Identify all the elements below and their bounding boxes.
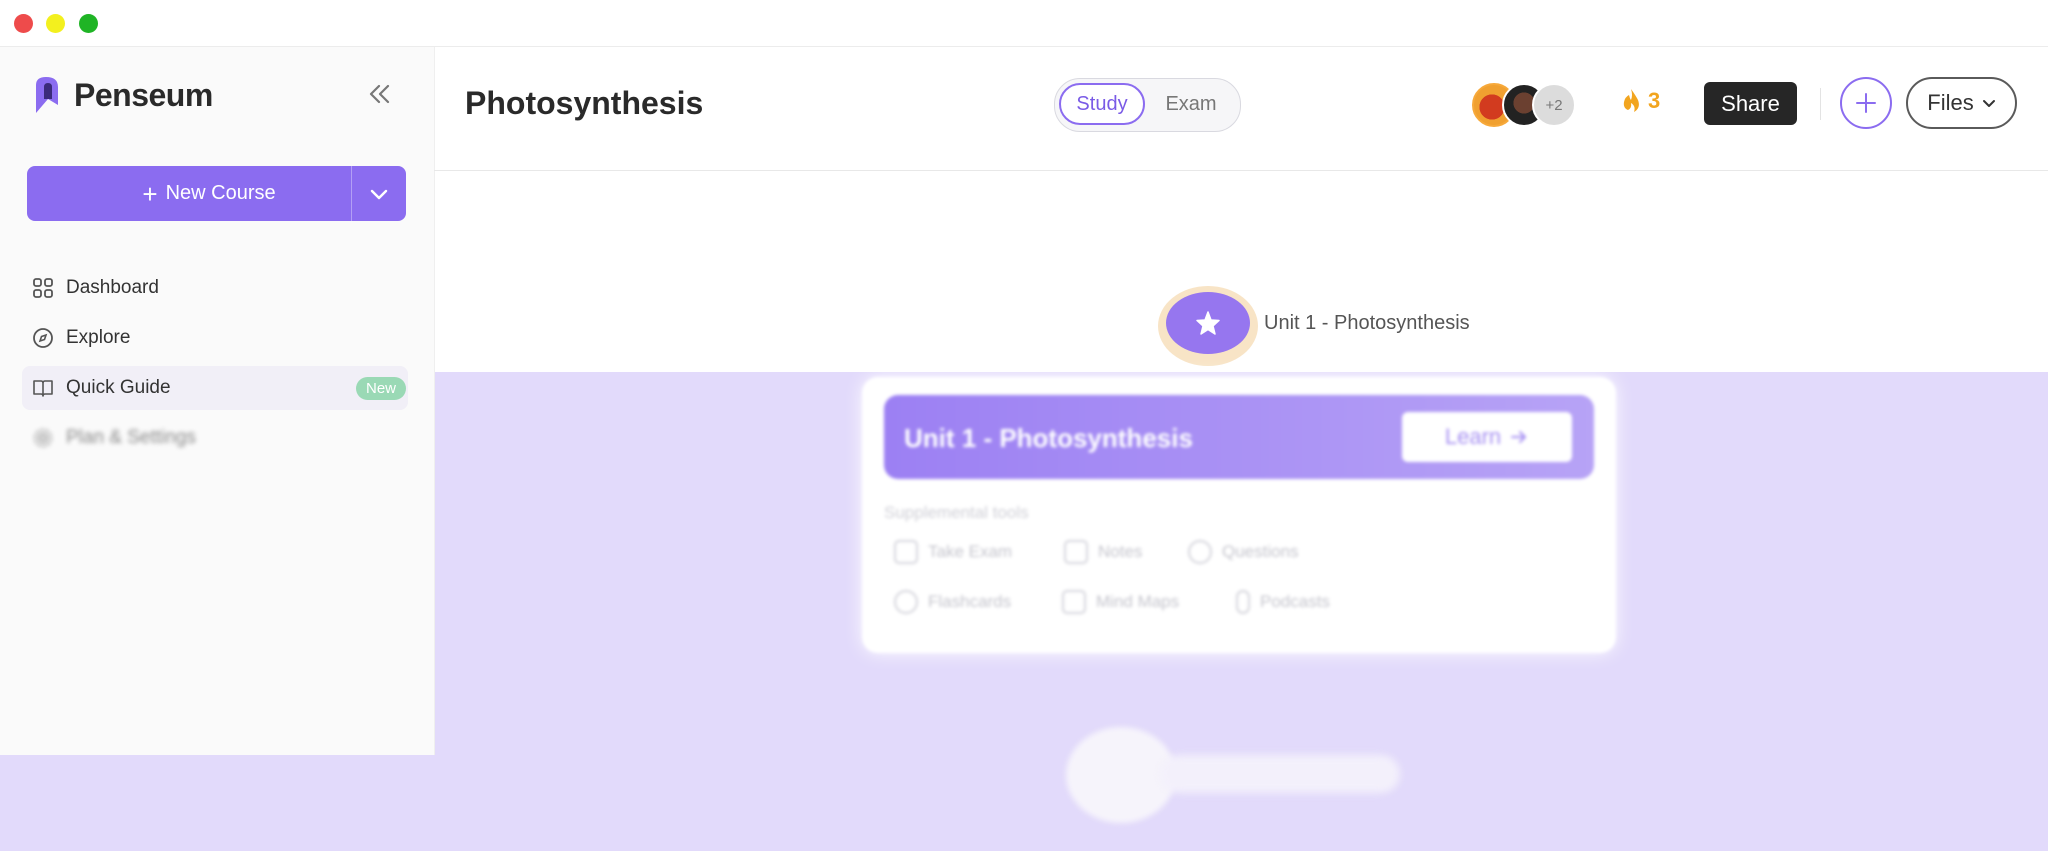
sidebar-item-explore[interactable]: Explore (22, 316, 408, 360)
tool-questions[interactable]: Questions (1188, 533, 1299, 571)
grid-icon (32, 277, 54, 299)
arrow-right-icon (1511, 431, 1527, 443)
sidebar-item-label: Dashboard (66, 277, 159, 298)
tool-mind-maps[interactable]: Mind Maps (1062, 583, 1179, 621)
new-badge: New (355, 377, 406, 400)
gear-icon (32, 427, 54, 449)
brand[interactable]: Penseum (32, 75, 213, 115)
plus-icon (1856, 93, 1876, 113)
tool-label: Mind Maps (1096, 592, 1180, 611)
new-course-label: New Course (165, 182, 276, 204)
new-course-dropdown-button[interactable] (351, 166, 406, 221)
unit-node[interactable] (1158, 286, 1258, 366)
star-icon (1196, 311, 1220, 335)
unit-card-banner: Unit 1 - Photosynthesis Learn (884, 395, 1594, 479)
tool-podcasts[interactable]: Podcasts (1236, 583, 1330, 621)
close-window-button[interactable] (14, 14, 33, 33)
sidebar-item-label: Plan & Settings (66, 427, 196, 448)
mind-map-icon (1062, 590, 1086, 614)
sidebar-item-plan-settings[interactable]: Plan & Settings (22, 416, 408, 460)
unit-card: Unit 1 - Photosynthesis Learn Supplement… (862, 377, 1616, 653)
collapse-sidebar-button[interactable] (364, 79, 394, 109)
share-button[interactable]: Share (1704, 82, 1797, 125)
files-label: Files (1927, 90, 1974, 115)
exam-icon (894, 540, 918, 564)
streak-count: 3 (1648, 88, 1661, 113)
header-divider-line (434, 170, 2048, 171)
exam-mode-button[interactable]: Exam (1151, 83, 1231, 125)
minimize-window-button[interactable] (46, 14, 65, 33)
tool-label: Take Exam (928, 542, 1013, 561)
window-titlebar (0, 0, 2048, 47)
notes-icon (1064, 540, 1088, 564)
tool-label: Flashcards (928, 592, 1012, 611)
study-exam-toggle: Study Exam (1054, 78, 1241, 132)
tool-label: Questions (1222, 542, 1299, 561)
loading-placeholder-bar (1160, 755, 1400, 793)
study-mode-button[interactable]: Study (1059, 83, 1145, 125)
sidebar-item-dashboard[interactable]: Dashboard (22, 266, 408, 310)
page-title: Photosynthesis (465, 85, 704, 121)
sidebar: Penseum + New Course Dashboard Explore Q… (0, 47, 435, 755)
more-avatars-count: +2 (1532, 83, 1576, 127)
chevron-down-icon (370, 189, 388, 199)
header-divider (1820, 88, 1821, 120)
flame-icon (1623, 89, 1639, 112)
tool-label: Podcasts (1260, 592, 1330, 611)
sidebar-item-label: Quick Guide (66, 377, 171, 398)
double-chevron-left-icon (369, 84, 390, 104)
chevron-down-icon (1982, 100, 1995, 107)
tool-notes[interactable]: Notes (1064, 533, 1142, 571)
maximize-window-button[interactable] (79, 14, 98, 33)
learn-label: Learn (1444, 424, 1502, 449)
collaborator-avatars[interactable]: +2 (1472, 83, 1632, 127)
tool-take-exam[interactable]: Take Exam (894, 533, 1012, 571)
learn-button[interactable]: Learn (1402, 412, 1572, 462)
new-course-button-group: + New Course (27, 166, 406, 221)
files-dropdown-button[interactable]: Files (1906, 77, 2017, 129)
supplemental-tools-label: Supplemental tools (884, 503, 1029, 522)
questions-icon (1188, 540, 1212, 564)
compass-icon (32, 327, 54, 349)
tool-flashcards[interactable]: Flashcards (894, 583, 1011, 621)
unit-card-title: Unit 1 - Photosynthesis (904, 423, 1193, 453)
streak-indicator[interactable]: 3 (1620, 88, 1660, 114)
penseum-logo-icon (36, 77, 58, 113)
unit-node-label: Unit 1 - Photosynthesis (1264, 312, 1470, 334)
sidebar-item-quick-guide[interactable]: Quick Guide New (22, 366, 408, 410)
tool-label: Notes (1098, 542, 1143, 561)
flashcards-icon (894, 590, 918, 614)
book-icon (32, 377, 54, 399)
brand-name: Penseum (74, 76, 213, 113)
add-button[interactable] (1840, 77, 1892, 129)
plus-icon: + (142, 178, 158, 209)
new-course-button[interactable]: + New Course (27, 178, 351, 209)
sidebar-item-label: Explore (66, 327, 131, 348)
microphone-icon (1236, 590, 1250, 614)
unit-node-button (1166, 292, 1250, 354)
